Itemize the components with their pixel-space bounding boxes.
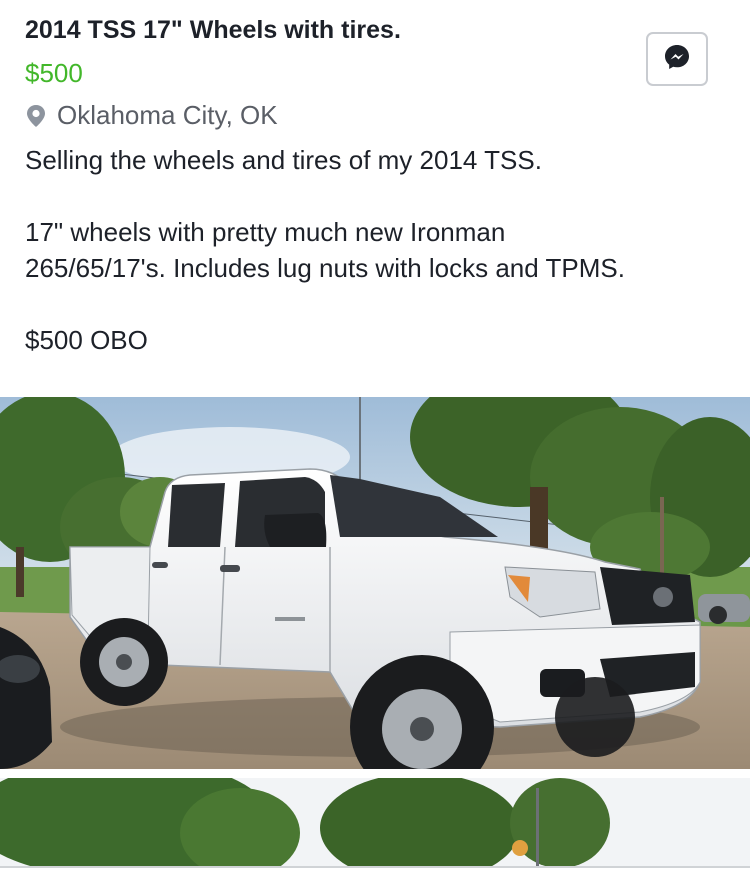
map-pin-icon (25, 103, 47, 129)
listing-price: $500 (25, 58, 83, 88)
description-line: Selling the wheels and tires of my 2014 … (25, 145, 542, 175)
listing-location: Oklahoma City, OK (25, 100, 278, 131)
description-line: 265/65/17's. Includes lug nuts with lock… (25, 253, 625, 283)
messenger-icon (663, 43, 691, 76)
listing-title: 2014 TSS 17" Wheels with tires. (25, 16, 401, 44)
message-seller-button[interactable] (646, 32, 708, 86)
description-line: $500 OBO (25, 325, 148, 355)
listing-photo[interactable] (0, 397, 750, 769)
listing-description: Selling the wheels and tires of my 2014 … (25, 142, 725, 358)
photo-divider (0, 769, 750, 778)
listing-photo[interactable] (0, 778, 750, 868)
location-text: Oklahoma City, OK (57, 100, 278, 130)
marketplace-listing: 2014 TSS 17" Wheels with tires. $500 Okl… (0, 0, 750, 877)
description-line: 17" wheels with pretty much new Ironman (25, 217, 506, 247)
